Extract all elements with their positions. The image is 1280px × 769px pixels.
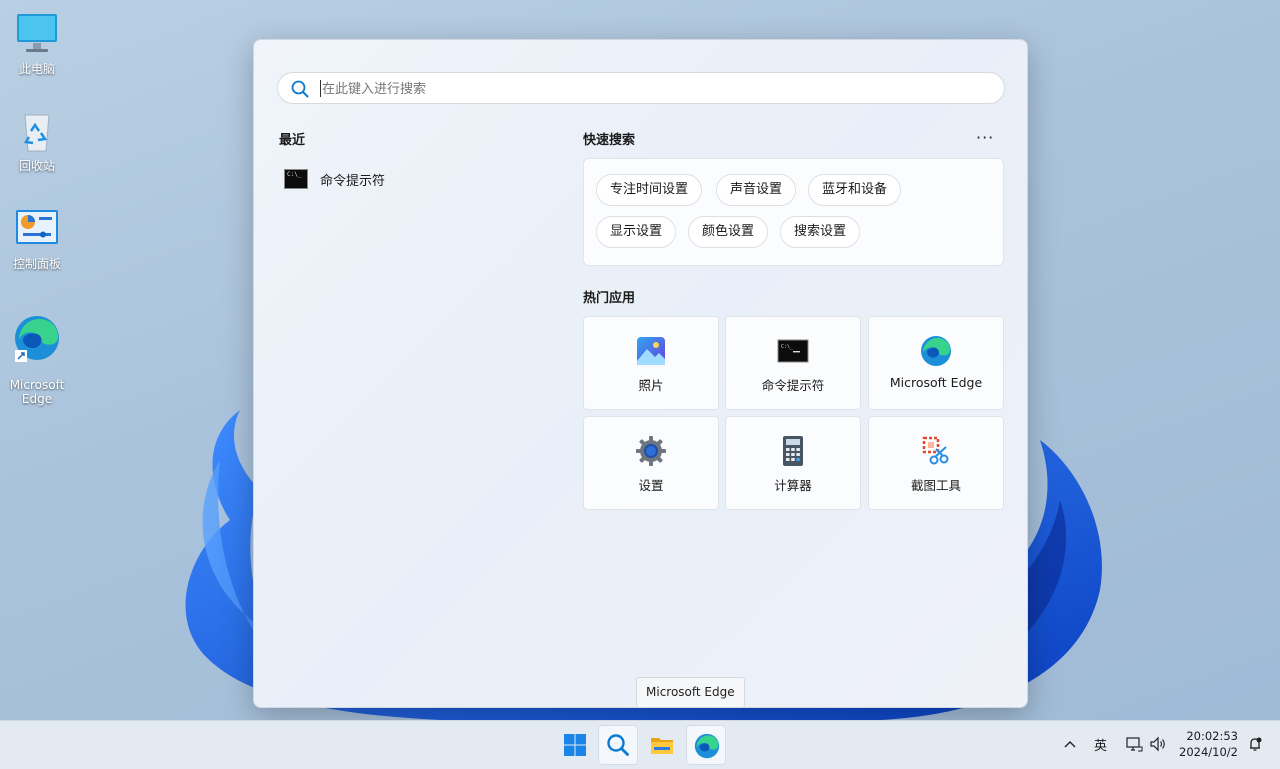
edge-icon bbox=[15, 316, 59, 362]
chip-bluetooth-devices[interactable]: 蓝牙和设备 bbox=[808, 174, 902, 206]
system-clock[interactable]: 20:02:53 2024/10/2 bbox=[1172, 728, 1238, 760]
taskbar-edge[interactable] bbox=[686, 725, 726, 765]
search-box[interactable] bbox=[277, 72, 1005, 104]
text-caret bbox=[320, 80, 321, 97]
computer-icon bbox=[17, 14, 57, 52]
cmd-icon bbox=[284, 169, 308, 189]
control-panel-icon bbox=[16, 210, 58, 244]
edge-icon bbox=[921, 336, 951, 366]
network-icon[interactable] bbox=[1125, 735, 1143, 753]
settings-gear-icon bbox=[636, 436, 666, 466]
svg-text:C:\_: C:\_ bbox=[781, 344, 794, 350]
app-tile-snipping-tool[interactable]: 截图工具 bbox=[868, 416, 1004, 510]
quick-search-title: 快速搜索 bbox=[583, 133, 636, 148]
snipping-tool-icon bbox=[922, 436, 949, 465]
app-tile-label: 截图工具 bbox=[910, 478, 961, 493]
recent-title: 最近 bbox=[279, 133, 306, 148]
edge-icon bbox=[694, 733, 720, 759]
desktop-icon-label: 控制面板 bbox=[12, 257, 61, 271]
chip-focus-settings[interactable]: 专注时间设置 bbox=[596, 174, 703, 206]
top-apps-title: 热门应用 bbox=[583, 291, 636, 306]
cmd-icon: C:\_ bbox=[777, 339, 809, 363]
chip-search-settings[interactable]: 搜索设置 bbox=[780, 216, 861, 248]
app-tile-edge[interactable]: Microsoft Edge bbox=[868, 316, 1004, 410]
taskbar-search-button[interactable] bbox=[598, 725, 638, 765]
app-tile-photos[interactable]: 照片 bbox=[583, 316, 719, 410]
app-tile-label: 照片 bbox=[638, 378, 664, 393]
desktop-icon-control-panel[interactable]: 控制面板 bbox=[4, 205, 70, 272]
search-input[interactable] bbox=[320, 78, 984, 100]
taskbar-file-explorer[interactable] bbox=[642, 725, 682, 765]
app-tile-calculator[interactable]: 计算器 bbox=[725, 416, 861, 510]
recent-item-label: 命令提示符 bbox=[320, 173, 386, 189]
more-options-button[interactable]: ··· bbox=[976, 128, 994, 147]
chip-sound-settings[interactable]: 声音设置 bbox=[716, 174, 797, 206]
app-tile-label: 命令提示符 bbox=[761, 378, 825, 393]
quick-search-box: 专注时间设置 声音设置 蓝牙和设备 显示设置 颜色设置 搜索设置 bbox=[583, 158, 1004, 266]
search-icon bbox=[291, 80, 309, 98]
desktop-icon-edge[interactable]: Microsoft Edge bbox=[4, 300, 70, 406]
search-icon bbox=[607, 734, 629, 756]
recent-item-cmd[interactable]: 命令提示符 bbox=[284, 166, 544, 192]
app-tile-label: Microsoft Edge bbox=[889, 375, 983, 390]
recycle-bin-icon bbox=[23, 114, 50, 152]
windows-logo-icon bbox=[564, 734, 586, 756]
ime-indicator[interactable]: 英 bbox=[1094, 735, 1107, 754]
clock-time: 20:02:53 bbox=[1186, 729, 1238, 743]
volume-icon[interactable] bbox=[1149, 735, 1167, 753]
search-panel: 最近 命令提示符 快速搜索 ··· 专注时间设置 声音设置 蓝牙和设备 显示设置… bbox=[253, 39, 1028, 708]
start-button[interactable] bbox=[555, 725, 595, 765]
taskbar-tooltip: Microsoft Edge bbox=[636, 677, 745, 708]
chip-display-settings[interactable]: 显示设置 bbox=[596, 216, 677, 248]
desktop-icon-this-pc[interactable]: 此电脑 bbox=[4, 10, 70, 77]
desktop-icon-recycle-bin[interactable]: 回收站 bbox=[4, 107, 70, 174]
app-tile-label: 计算器 bbox=[774, 478, 812, 493]
taskbar: 英 20:02:53 2024/10/2 bbox=[0, 720, 1280, 769]
desktop-icon-label: 回收站 bbox=[18, 159, 55, 173]
desktop-icon-label: 此电脑 bbox=[18, 62, 55, 76]
app-tile-label: 设置 bbox=[638, 478, 664, 493]
desktop-icon-label: Microsoft Edge bbox=[9, 378, 65, 406]
app-tile-settings[interactable]: 设置 bbox=[583, 416, 719, 510]
photos-icon bbox=[637, 337, 665, 365]
show-hidden-icons-chevron-up-icon[interactable] bbox=[1063, 738, 1077, 752]
folder-icon bbox=[651, 738, 673, 754]
notification-bell-icon[interactable] bbox=[1247, 736, 1263, 752]
clock-date: 2024/10/2 bbox=[1179, 745, 1238, 759]
calculator-icon bbox=[783, 436, 803, 466]
chip-color-settings[interactable]: 颜色设置 bbox=[688, 216, 769, 248]
app-tile-cmd[interactable]: C:\_ 命令提示符 bbox=[725, 316, 861, 410]
